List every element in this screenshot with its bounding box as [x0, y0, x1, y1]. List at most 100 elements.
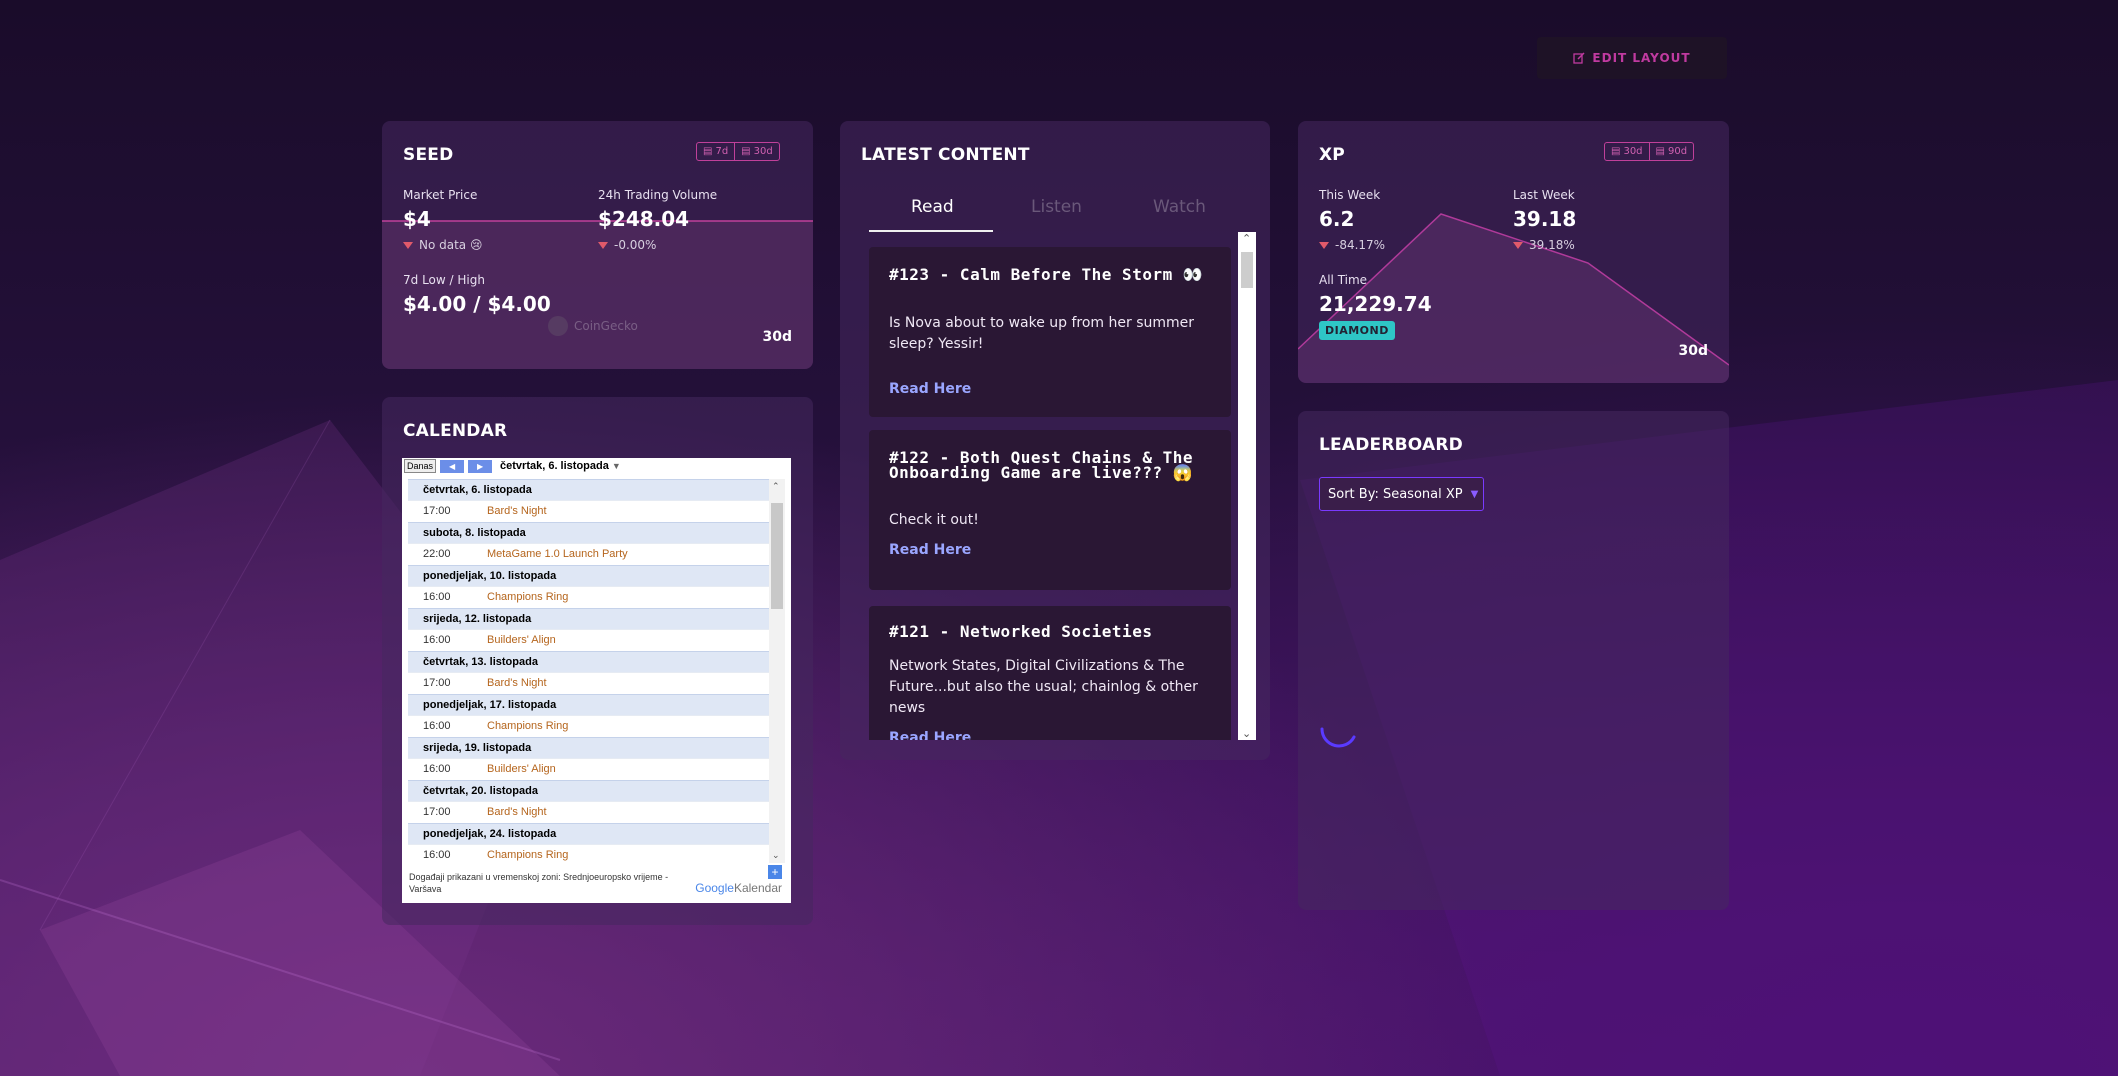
calendar-event[interactable]: 17:00 Bard's Night — [408, 672, 769, 694]
content-card-title: #122 - Both Quest Chains & The Onboardin… — [889, 448, 1194, 482]
calendar-day-header: ponedjeljak, 24. listopada — [408, 823, 769, 844]
chart-icon: ▤ — [1655, 146, 1665, 157]
content-card-title: #121 - Networked Societies — [889, 622, 1153, 641]
google-calendar-logo[interactable]: GoogleKalendar — [695, 881, 782, 895]
last-week-label: Last Week — [1513, 188, 1575, 202]
loading-spinner-icon — [1320, 727, 1356, 748]
content-card-text: Network States, Digital Civilizations & … — [889, 658, 1198, 716]
seed-period-label: 30d — [762, 329, 792, 345]
content-card: #121 - Networked Societies Network State… — [869, 606, 1231, 740]
calendar-date-select[interactable]: četvrtak, 6. listopada ▼ — [500, 460, 621, 472]
this-week-value: 6.2 — [1319, 207, 1355, 231]
market-price-label: Market Price — [403, 188, 478, 202]
calendar-event[interactable]: 17:00 Bard's Night — [408, 801, 769, 823]
chart-icon: ▤ — [1611, 146, 1621, 157]
last-week-delta: 39.18% — [1513, 238, 1575, 252]
latest-content-title: LATEST CONTENT — [861, 145, 1030, 165]
dropdown-arrow-icon: ▼ — [611, 461, 621, 471]
read-here-link[interactable]: Read Here — [889, 730, 971, 740]
coingecko-logo-icon — [548, 316, 568, 336]
edit-layout-button[interactable]: EDIT LAYOUT — [1537, 37, 1727, 79]
xp-period-label: 30d — [1678, 343, 1708, 359]
seed-title: SEED — [403, 145, 454, 165]
chart-icon: ▤ — [703, 146, 713, 157]
calendar-event[interactable]: 22:00 MetaGame 1.0 Launch Party — [408, 543, 769, 565]
xp-range-toggle: ▤ 30d ▤ 90d — [1604, 142, 1695, 161]
content-scroll-thumb[interactable] — [1241, 252, 1253, 288]
lowhigh-value: $4.00 / $4.00 — [403, 292, 551, 316]
xp-range-30d[interactable]: ▤ 30d — [1605, 143, 1649, 160]
this-week-label: This Week — [1319, 188, 1381, 202]
seed-range-toggle: ▤ 7d ▤ 30d — [696, 142, 780, 161]
leaderboard-sort-select[interactable]: Sort By: Seasonal XP ▼ — [1319, 477, 1484, 511]
add-to-calendar-icon[interactable]: + — [768, 865, 782, 879]
dropdown-arrow-icon: ▼ — [1470, 488, 1479, 500]
seed-range-30d[interactable]: ▤ 30d — [734, 143, 779, 160]
scroll-down-icon[interactable]: ⌄ — [1242, 727, 1251, 740]
all-time-value: 21,229.74 — [1319, 292, 1432, 316]
calendar-day-header: ponedjeljak, 10. listopada — [408, 565, 769, 586]
calendar-event[interactable]: 16:00 Champions Ring — [408, 715, 769, 737]
tab-read[interactable]: Read — [911, 197, 954, 217]
content-card-text: Is Nova about to wake up from her summer… — [889, 315, 1195, 352]
calendar-prev-button[interactable]: ◀ — [440, 459, 465, 473]
calendar-today-button[interactable]: Danas — [404, 459, 437, 473]
calendar-day-header: subota, 8. listopada — [408, 522, 769, 543]
calendar-event[interactable]: 16:00 Champions Ring — [408, 586, 769, 608]
content-scroll-area[interactable]: #123 - Calm Before The Storm 👀 Is Nova a… — [866, 232, 1238, 740]
lowhigh-label: 7d Low / High — [403, 273, 485, 287]
xp-range-90d[interactable]: ▤ 90d — [1648, 143, 1694, 160]
content-scrollbar[interactable]: ⌃ ⌄ — [1238, 232, 1256, 740]
calendar-next-button[interactable]: ▶ — [468, 459, 493, 473]
content-card-title: #123 - Calm Before The Storm 👀 — [889, 265, 1204, 284]
down-arrow-icon — [598, 242, 608, 249]
calendar-day-header: četvrtak, 13. listopada — [408, 651, 769, 672]
rank-badge: DIAMOND — [1319, 321, 1395, 340]
volume-delta: -0.00% — [598, 238, 656, 252]
read-here-link[interactable]: Read Here — [889, 381, 971, 397]
calendar-day-header: ponedjeljak, 17. listopada — [408, 694, 769, 715]
content-tabs: Read Listen Watch — [867, 194, 1273, 232]
volume-label: 24h Trading Volume — [598, 188, 718, 202]
calendar-day-header: srijeda, 19. listopada — [408, 737, 769, 758]
calendar-toolbar: Danas ◀ ▶ četvrtak, 6. listopada ▼ — [402, 458, 791, 474]
calendar-event[interactable]: 16:00 Builders' Align — [408, 758, 769, 780]
read-here-link[interactable]: Read Here — [889, 542, 971, 558]
this-week-delta: -84.17% — [1319, 238, 1385, 252]
tab-listen[interactable]: Listen — [1031, 197, 1082, 217]
calendar-event[interactable]: 17:00 Bard's Night — [408, 500, 769, 522]
seed-range-7d[interactable]: ▤ 7d — [697, 143, 734, 160]
market-price-delta: No data 😢 — [403, 238, 483, 252]
content-card: #123 - Calm Before The Storm 👀 Is Nova a… — [869, 247, 1231, 417]
calendar-day-header: četvrtak, 20. listopada — [408, 780, 769, 801]
leaderboard-title: LEADERBOARD — [1319, 435, 1463, 455]
xp-title: XP — [1319, 145, 1345, 165]
all-time-label: All Time — [1319, 273, 1368, 287]
xp-panel: XP ▤ 30d ▤ 90d This Week 6.2 -84.17% Last … — [1298, 121, 1729, 383]
market-price-value: $4 — [403, 207, 431, 231]
tab-watch[interactable]: Watch — [1153, 197, 1206, 217]
edit-layout-label: EDIT LAYOUT — [1592, 51, 1691, 65]
chart-icon: ▤ — [741, 146, 751, 157]
calendar-event[interactable]: 16:00 Builders' Align — [408, 629, 769, 651]
scroll-up-icon[interactable]: ⌃ — [772, 481, 780, 492]
coingecko-watermark: CoinGecko — [548, 316, 638, 336]
down-arrow-icon — [1319, 242, 1329, 249]
calendar-scroll-thumb[interactable] — [771, 503, 783, 609]
calendar-title: CALENDAR — [403, 421, 508, 441]
content-card-text: Check it out! — [889, 512, 979, 528]
down-arrow-icon — [1513, 242, 1523, 249]
calendar-agenda-list: četvrtak, 6. listopada 17:00 Bard's Night… — [408, 479, 769, 866]
edit-icon — [1573, 52, 1585, 64]
content-card: #122 - Both Quest Chains & The Onboardin… — [869, 430, 1231, 590]
calendar-timezone-note: Događaji prikazani u vremenskoj zoni: Sr… — [409, 872, 669, 894]
calendar-scrollbar[interactable]: ⌃ ⌄ — [769, 479, 785, 863]
scroll-up-icon[interactable]: ⌃ — [1242, 232, 1251, 245]
scroll-down-icon[interactable]: ⌄ — [772, 850, 780, 861]
calendar-event[interactable]: 16:00 Champions Ring — [408, 844, 769, 866]
volume-value: $248.04 — [598, 207, 690, 231]
calendar-day-header: četvrtak, 6. listopada — [408, 479, 769, 500]
seed-panel: SEED ▤ 7d ▤ 30d Market Price $4 No data 😢 … — [382, 121, 813, 369]
calendar-embed: Danas ◀ ▶ četvrtak, 6. listopada ▼ četvr… — [402, 458, 791, 903]
down-arrow-icon — [403, 242, 413, 249]
